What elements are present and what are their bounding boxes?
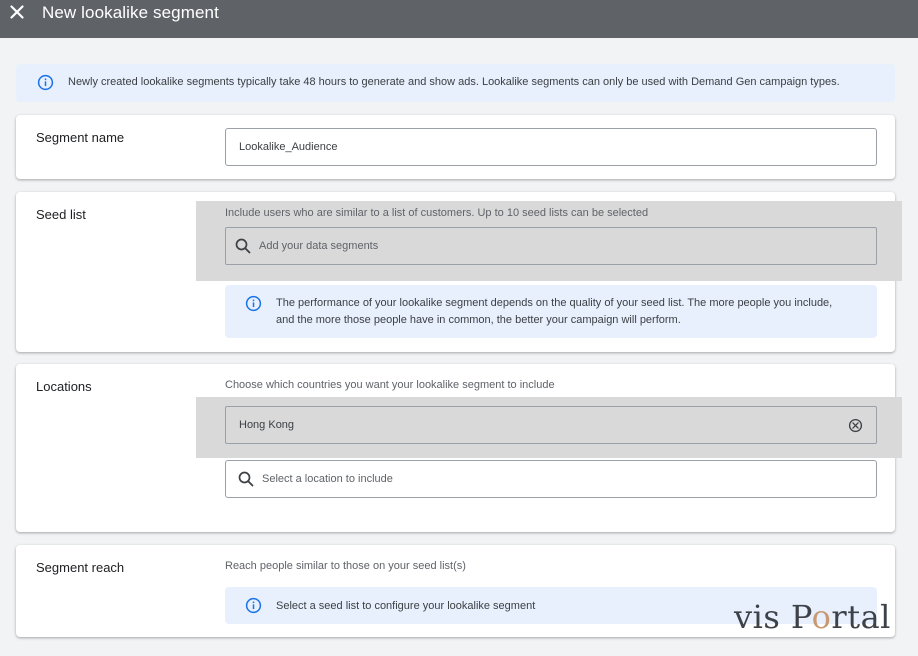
locations-card: Locations Choose which countries you wan…: [16, 364, 902, 532]
segment-reach-hint: Reach people similar to those on your se…: [225, 560, 466, 572]
seed-list-card: Seed list Include users who are similar …: [16, 192, 902, 352]
segment-reach-label: Segment reach: [36, 560, 125, 575]
page-title: New lookalike segment: [42, 3, 219, 22]
close-icon[interactable]: [8, 3, 26, 21]
segment-name-label: Segment name: [36, 130, 125, 145]
search-icon: [235, 238, 251, 254]
info-icon: [245, 295, 262, 317]
info-banner: Newly created lookalike segments typical…: [16, 64, 895, 102]
remove-circle-icon[interactable]: [848, 418, 863, 433]
segment-name-input[interactable]: Lookalike_Audience: [225, 128, 877, 166]
location-search-placeholder: Select a location to include: [262, 473, 393, 485]
segment-name-card: Segment name Lookalike_Audience: [16, 115, 895, 179]
selected-location-label: Hong Kong: [239, 419, 295, 431]
seed-list-label: Seed list: [36, 207, 86, 222]
locations-label: Locations: [36, 379, 92, 394]
segment-name-value: Lookalike_Audience: [239, 141, 338, 153]
seed-list-notice: The performance of your lookalike segmen…: [225, 285, 877, 338]
seed-list-search-placeholder: Add your data segments: [259, 240, 379, 252]
watermark-part2: o: [811, 598, 832, 636]
watermark-part3: rtal: [831, 598, 891, 636]
info-icon: [37, 74, 54, 96]
banner-text: Newly created lookalike segments typical…: [68, 76, 840, 88]
seed-list-hint: Include users who are similar to a list …: [225, 207, 649, 219]
watermark-part1: vis P: [734, 598, 812, 636]
info-icon: [245, 597, 262, 619]
top-bar: New lookalike segment: [0, 0, 918, 38]
location-search-input[interactable]: Select a location to include: [225, 460, 877, 498]
locations-hint: Choose which countries you want your loo…: [225, 379, 555, 391]
selected-location[interactable]: Hong Kong: [225, 406, 877, 444]
watermark-logo: vis Portal: [734, 598, 891, 636]
seed-list-notice-text: The performance of your lookalike segmen…: [276, 297, 833, 326]
search-icon: [238, 471, 254, 487]
seed-list-search-input[interactable]: Add your data segments: [225, 227, 877, 265]
